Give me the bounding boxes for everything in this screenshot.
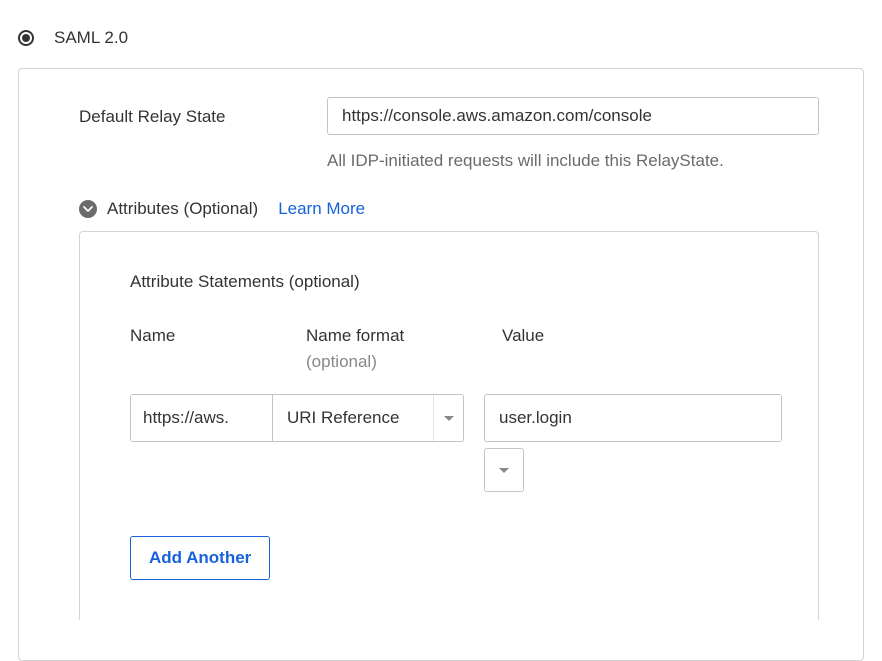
col-header-format: Name format: [306, 326, 502, 346]
attribute-statements-title: Attribute Statements (optional): [130, 272, 818, 292]
chevron-down-icon[interactable]: [79, 200, 97, 218]
caret-down-icon: [499, 468, 509, 473]
attr-value-input[interactable]: [484, 394, 782, 442]
col-header-format-sub: (optional): [306, 352, 502, 372]
col-header-value: Value: [502, 326, 544, 372]
radio-selected-icon: [22, 34, 30, 42]
attribute-statements-panel: Attribute Statements (optional) Name Nam…: [79, 231, 819, 620]
learn-more-link[interactable]: Learn More: [278, 199, 365, 219]
select-caret: [433, 395, 463, 441]
relay-state-label: Default Relay State: [79, 97, 327, 127]
relay-state-input[interactable]: [327, 97, 819, 135]
attributes-section-title: Attributes (Optional): [107, 199, 258, 219]
add-another-button[interactable]: Add Another: [130, 536, 270, 580]
attr-format-value: URI Reference: [287, 408, 399, 428]
attribute-row: URI Reference: [130, 394, 818, 492]
caret-down-icon: [444, 416, 454, 421]
saml-label: SAML 2.0: [54, 28, 128, 48]
saml-settings-panel: Default Relay State All IDP-initiated re…: [18, 68, 864, 661]
relay-state-helper: All IDP-initiated requests will include …: [327, 151, 819, 171]
attr-name-input[interactable]: [130, 394, 272, 442]
col-header-name: Name: [130, 326, 306, 372]
attr-format-select[interactable]: URI Reference: [272, 394, 464, 442]
saml-radio[interactable]: [18, 30, 34, 46]
value-dropdown-button[interactable]: [484, 448, 524, 492]
